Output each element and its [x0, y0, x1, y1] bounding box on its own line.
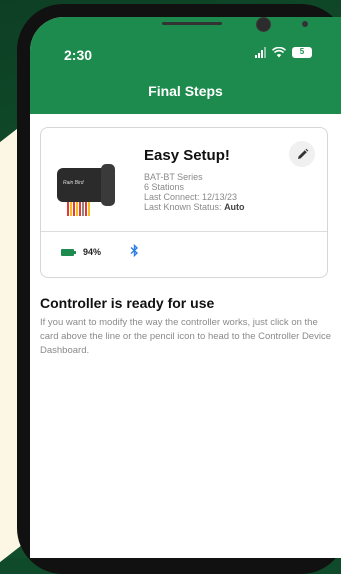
- pencil-icon: [297, 148, 308, 159]
- controller-stations: 6 Stations: [144, 182, 185, 192]
- speaker-grille: [162, 22, 222, 25]
- status-icons: 5: [255, 47, 312, 58]
- last-status-value: Auto: [224, 202, 245, 212]
- page-title: Final Steps: [148, 83, 223, 99]
- edit-button[interactable]: [289, 141, 315, 167]
- card-divider: [41, 231, 327, 232]
- last-connect: Last Connect: 12/13/23: [144, 192, 238, 202]
- ready-description: If you want to modify the way the contro…: [40, 317, 331, 356]
- battery-percent: 94%: [83, 247, 102, 257]
- sensor-icon: [302, 21, 308, 27]
- controller-image: Rain Bird: [57, 158, 117, 216]
- signal-icon: [255, 47, 266, 58]
- controller-name: Easy Setup!: [144, 147, 230, 164]
- controller-card[interactable]: Rain Bird Easy Setup! BAT-BT Series 6 St…: [40, 127, 328, 278]
- app-screen: 2:30 5 Final Steps Rain Bird Easy Setup!…: [30, 17, 341, 558]
- device-logo: Rain Bird: [63, 180, 84, 186]
- ready-heading: Controller is ready for use: [40, 295, 215, 311]
- battery-indicator: 5: [292, 47, 312, 58]
- last-status-label: Last Known Status:: [144, 202, 222, 212]
- status-time: 2:30: [64, 47, 93, 63]
- battery-icon: [61, 249, 76, 256]
- wifi-icon: [272, 47, 286, 58]
- bluetooth-icon: [130, 243, 139, 260]
- controller-series: BAT-BT Series: [144, 172, 203, 182]
- camera-icon: [256, 17, 271, 32]
- device-wires: [67, 202, 90, 216]
- app-header: 2:30 5 Final Steps: [30, 17, 341, 114]
- last-status: Last Known Status: Auto: [144, 202, 245, 212]
